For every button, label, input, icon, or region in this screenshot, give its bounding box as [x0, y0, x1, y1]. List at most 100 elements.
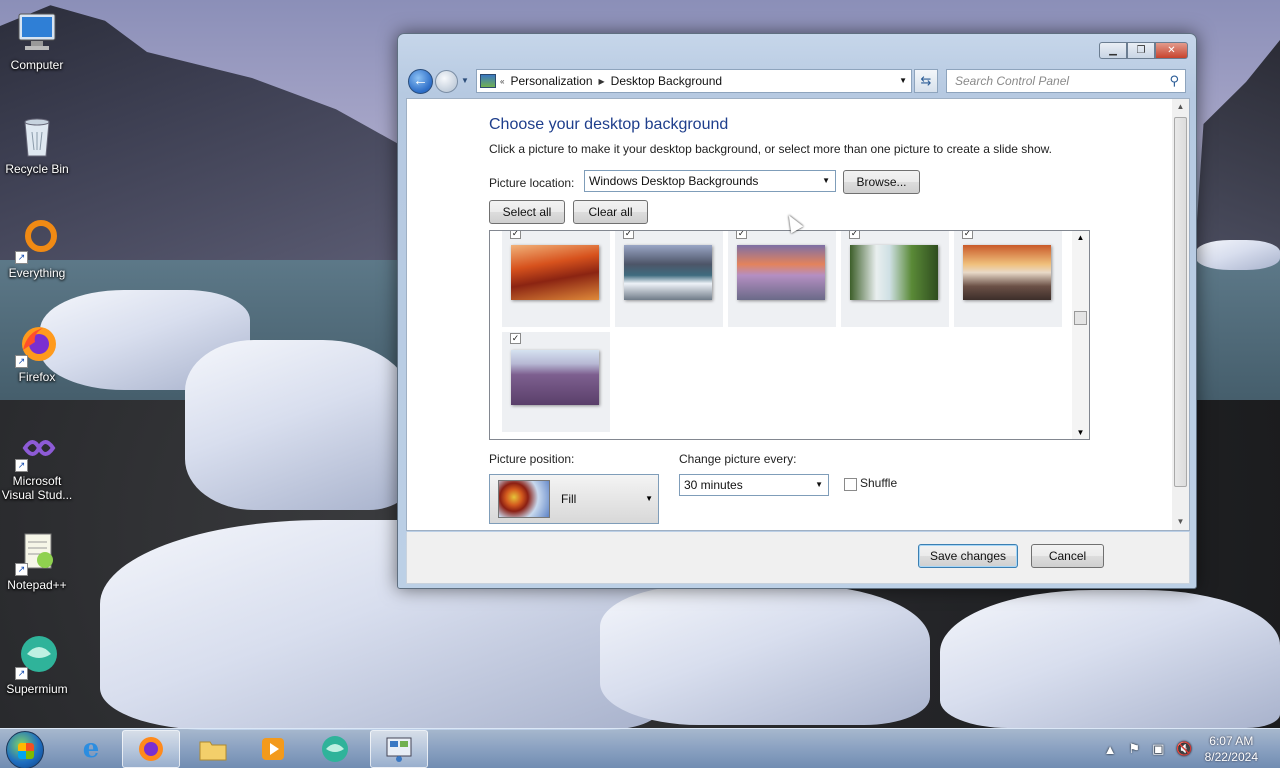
control-panel-icon	[480, 74, 496, 88]
forward-button[interactable]	[435, 70, 458, 93]
picture-checkbox[interactable]: ✓	[510, 231, 521, 239]
scroll-up-icon[interactable]: ▲	[1072, 233, 1089, 242]
maximize-button[interactable]: ❐	[1127, 42, 1155, 59]
window-caption-buttons: ▁ ❐ ✕	[1099, 42, 1188, 59]
picture-location-dropdown[interactable]: Windows Desktop Backgrounds ▼	[584, 170, 836, 192]
content-scrollbar[interactable]: ▲ ▼	[1172, 99, 1189, 530]
taskbar-supermium[interactable]	[306, 730, 364, 768]
change-interval-dropdown[interactable]: 30 minutes ▼	[679, 474, 829, 496]
back-arrow-icon: ←	[413, 72, 428, 89]
chevron-down-icon: ▼	[822, 176, 830, 185]
desktop-icon-firefox[interactable]: ↗ Firefox	[0, 320, 74, 384]
back-button[interactable]: ←	[408, 69, 433, 94]
taskbar: e ▲ ⚑ ▣ 🔇 6:07 AM 8/22/2024	[0, 728, 1280, 768]
taskbar-control-panel[interactable]	[370, 730, 428, 768]
search-input[interactable]: Search Control Panel ⚲	[946, 69, 1186, 93]
change-picture-label: Change picture every:	[679, 452, 797, 466]
picture-tile[interactable]: ✓	[615, 231, 723, 327]
picture-checkbox[interactable]: ✓	[510, 333, 521, 344]
save-changes-button[interactable]: Save changes	[918, 544, 1018, 568]
taskbar-media-player[interactable]	[244, 730, 302, 768]
picture-tile[interactable]: ✓	[954, 231, 1062, 327]
content-pane: Choose your desktop background Click a p…	[406, 98, 1190, 531]
dialog-footer: Save changes Cancel	[406, 532, 1190, 584]
taskbar-file-explorer[interactable]	[184, 730, 242, 768]
chevron-down-icon[interactable]: ▼	[899, 76, 907, 85]
folder-icon	[199, 741, 227, 761]
search-placeholder: Search Control Panel	[955, 74, 1070, 88]
recent-pages-dropdown[interactable]: ▼	[461, 76, 469, 85]
coast-sunset-thumbnail	[737, 245, 825, 300]
scroll-down-icon[interactable]: ▼	[1172, 514, 1189, 530]
picture-grid-scrollbar[interactable]: ▲ ▼	[1072, 231, 1089, 439]
desktop-icon-label: Firefox	[18, 370, 56, 384]
taskbar-firefox[interactable]	[122, 730, 180, 768]
browse-button[interactable]: Browse...	[843, 170, 920, 194]
breadcrumb-desktop-background[interactable]: Desktop Background	[611, 74, 722, 88]
desktop-icon-supermium[interactable]: ↗ Supermium	[0, 632, 74, 696]
search-icon[interactable]: ⚲	[1169, 73, 1179, 89]
picture-tile[interactable]: ✓	[728, 231, 836, 327]
action-center-flag-icon[interactable]: ⚑	[1128, 741, 1140, 757]
picture-checkbox[interactable]: ✓	[736, 231, 747, 239]
desktop-icon-notepad-plus-plus[interactable]: ↗ Notepad++	[0, 528, 74, 592]
wallpaper-ice	[1196, 240, 1280, 270]
shuffle-checkbox[interactable]	[844, 478, 857, 491]
scroll-thumb[interactable]	[1174, 117, 1187, 487]
canyon-thumbnail	[511, 245, 599, 300]
desktop-icon-everything[interactable]: ↗ Everything	[0, 216, 74, 280]
scroll-up-icon[interactable]: ▲	[1172, 99, 1189, 115]
volume-muted-icon[interactable]: 🔇	[1176, 741, 1192, 757]
picture-checkbox[interactable]: ✓	[962, 231, 973, 239]
breadcrumb-separator-icon[interactable]: ▶	[599, 77, 605, 86]
navigation-bar: ← ▼ « Personalization ▶ Desktop Backgrou…	[406, 68, 1190, 94]
desktop-background-window: ▁ ❐ ✕ ← ▼ « Personalization ▶ Desktop Ba…	[397, 33, 1197, 589]
chevron-down-icon: ▼	[815, 480, 823, 489]
refresh-icon: ⇆	[920, 73, 932, 88]
picture-checkbox[interactable]: ✓	[623, 231, 634, 239]
breadcrumb-personalization[interactable]: Personalization	[510, 74, 592, 88]
desktop-icon-label: Notepad++	[7, 578, 67, 592]
refresh-button[interactable]: ⇆	[914, 69, 938, 93]
picture-tile[interactable]: ✓	[502, 332, 610, 432]
clear-all-button[interactable]: Clear all	[573, 200, 648, 224]
desktop-icon-label: Everything	[8, 266, 66, 280]
picture-position-dropdown[interactable]: Fill ▼	[489, 474, 659, 524]
chevron-down-icon: ▼	[461, 76, 469, 85]
picture-checkbox[interactable]: ✓	[849, 231, 860, 239]
picture-tile[interactable]: ✓	[502, 231, 610, 327]
scroll-thumb[interactable]	[1074, 311, 1087, 325]
cancel-button[interactable]: Cancel	[1031, 544, 1104, 568]
scroll-down-icon[interactable]: ▼	[1072, 428, 1089, 437]
shortcut-arrow-icon: ↗	[15, 355, 28, 368]
picture-tile[interactable]: ✓	[841, 231, 949, 327]
address-bar[interactable]: « Personalization ▶ Desktop Background ▼	[476, 69, 912, 93]
shortcut-arrow-icon: ↗	[15, 667, 28, 680]
close-button[interactable]: ✕	[1155, 42, 1188, 59]
show-hidden-icons-icon[interactable]: ▲	[1104, 742, 1117, 757]
page-title: Choose your desktop background	[489, 116, 729, 133]
glacier-thumbnail	[624, 245, 712, 300]
firefox-icon: ↗	[13, 320, 61, 368]
control-panel-icon	[386, 737, 412, 762]
select-all-button[interactable]: Select all	[489, 200, 565, 224]
desktop-icon-computer[interactable]: Computer	[0, 8, 74, 72]
wallpaper-ice	[600, 585, 930, 725]
position-preview-image	[498, 480, 550, 518]
network-icon[interactable]: ▣	[1152, 741, 1164, 757]
minimize-button[interactable]: ▁	[1099, 42, 1127, 59]
shuffle-label[interactable]: Shuffle	[860, 476, 897, 490]
lavender-field-thumbnail	[511, 350, 599, 405]
chevron-down-icon: ▼	[645, 494, 653, 503]
shortcut-arrow-icon: ↗	[15, 251, 28, 264]
system-clock[interactable]: 6:07 AM 8/22/2024	[1205, 733, 1258, 765]
start-button[interactable]	[6, 731, 44, 768]
desktop-icon-visual-studio[interactable]: ↗ Microsoft Visual Stud...	[0, 424, 74, 502]
desktop-icon-recycle-bin[interactable]: Recycle Bin	[0, 112, 74, 176]
picture-location-value: Windows Desktop Backgrounds	[589, 174, 759, 188]
restore-icon: ❐	[1136, 45, 1146, 56]
clock-date: 8/22/2024	[1204, 750, 1258, 764]
change-interval-value: 30 minutes	[684, 478, 743, 492]
taskbar-internet-explorer[interactable]: e	[62, 730, 120, 768]
breadcrumb-overflow-icon[interactable]: «	[500, 77, 504, 86]
